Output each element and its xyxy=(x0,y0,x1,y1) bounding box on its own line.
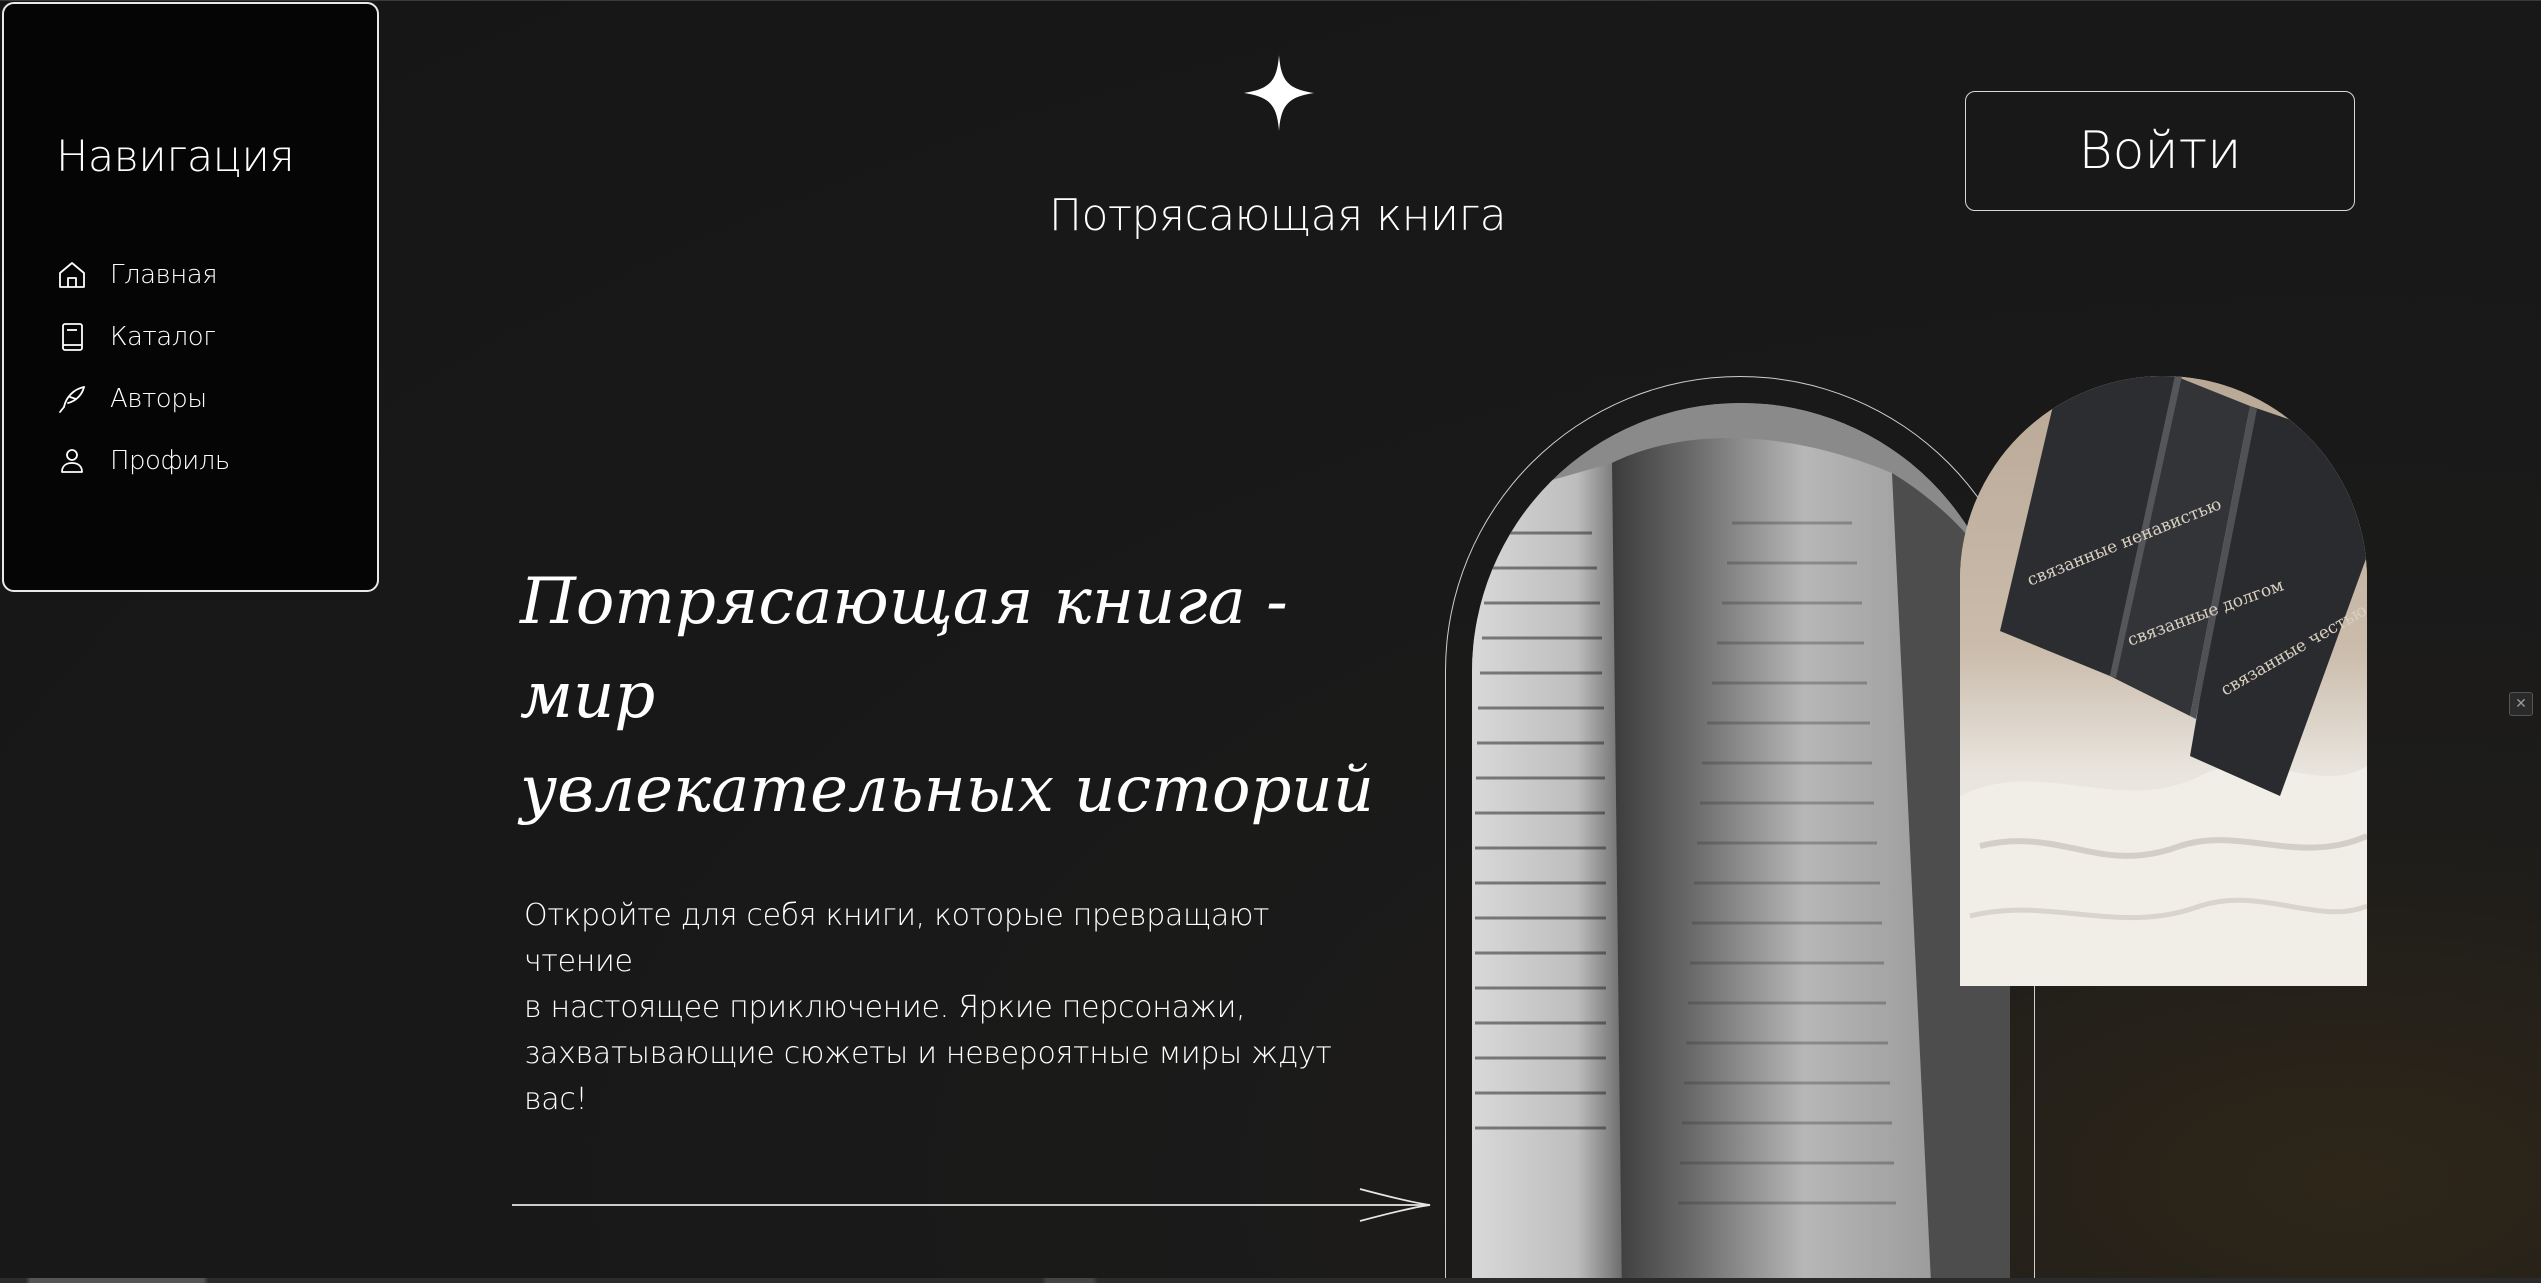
hero-heading-line: Потрясающая книга - мир xyxy=(520,565,1288,733)
sidebar-title: Навигация xyxy=(56,132,295,182)
sidebar-item-label: Авторы xyxy=(110,384,207,414)
home-icon xyxy=(56,259,88,291)
book-icon xyxy=(56,321,88,353)
user-icon xyxy=(56,445,88,477)
quill-pen-icon xyxy=(56,383,88,415)
sidebar-item-label: Главная xyxy=(110,260,218,290)
bottom-scrollbar[interactable] xyxy=(0,1278,2541,1283)
hero-text-line: в настоящее приключение. Яркие персонажи… xyxy=(524,990,1246,1025)
page: Навигация Главная Каталог Авторы Профиль… xyxy=(0,0,2541,1283)
open-book-image xyxy=(1472,403,2010,1283)
hero-text-line: Откройте для себя книги, которые превращ… xyxy=(524,898,1270,979)
sidebar-navigation: Навигация Главная Каталог Авторы Профиль xyxy=(2,2,379,592)
sidebar-item-catalog[interactable]: Каталог xyxy=(56,306,230,368)
long-arrow-right-icon[interactable] xyxy=(510,1185,1435,1225)
site-title[interactable]: Потрясающая книга xyxy=(1020,190,1535,241)
close-icon[interactable]: ✕ xyxy=(2509,692,2533,716)
sidebar-item-label: Каталог xyxy=(110,322,216,352)
hero-description: Откройте для себя книги, которые превращ… xyxy=(524,893,1354,1123)
books-stack-image: связанные ненавистью связанные долгом св… xyxy=(1960,376,2367,986)
hero-text-line: захватывающие сюжеты и невероятные миры … xyxy=(524,1036,1332,1117)
hero-heading: Потрясающая книга - мир увлекательных ис… xyxy=(520,555,1380,837)
hero-heading-line: увлекательных историй xyxy=(520,753,1374,827)
sidebar-item-profile[interactable]: Профиль xyxy=(56,430,230,492)
sparkle-star-icon xyxy=(1244,55,1314,131)
login-button[interactable]: Войти xyxy=(1965,91,2355,211)
sidebar-item-label: Профиль xyxy=(110,446,230,476)
nav-list: Главная Каталог Авторы Профиль xyxy=(56,244,230,492)
sidebar-item-home[interactable]: Главная xyxy=(56,244,230,306)
top-divider xyxy=(0,0,2541,1)
sidebar-item-authors[interactable]: Авторы xyxy=(56,368,230,430)
